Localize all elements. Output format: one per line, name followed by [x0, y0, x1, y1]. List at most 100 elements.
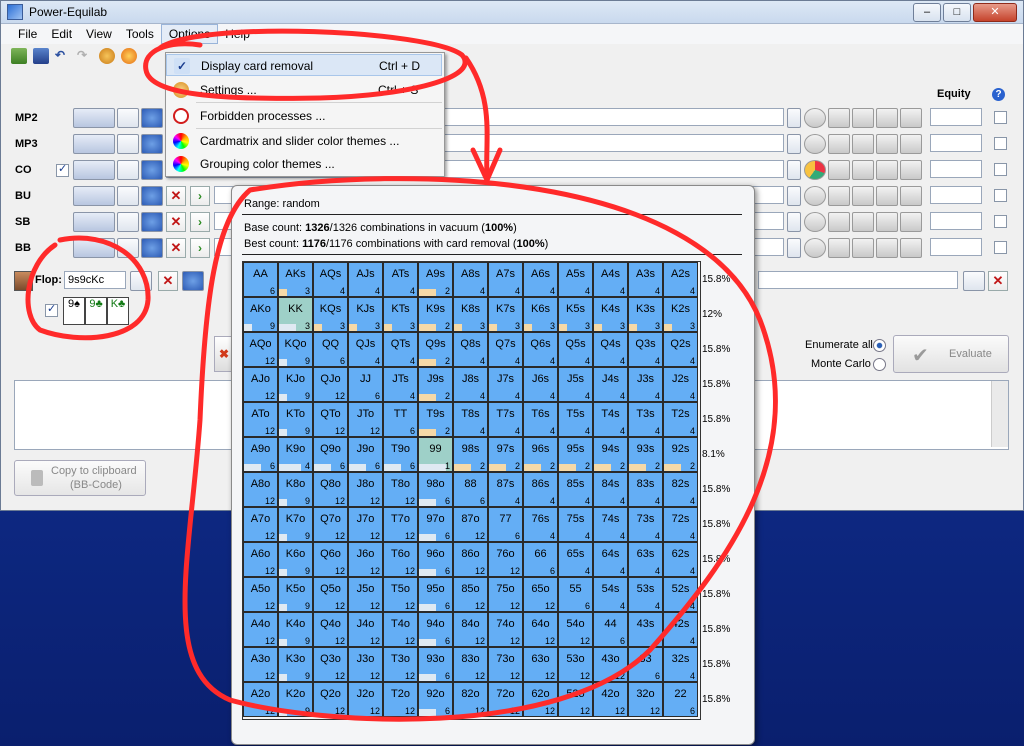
matrix-cell[interactable]: T4o 12 [383, 612, 418, 647]
menu-item-display-card-removal[interactable]: ✓ Display card removal Ctrl + D [166, 54, 442, 76]
range-flame-icon[interactable] [876, 134, 898, 154]
matrix-cell[interactable]: QTs 4 [383, 332, 418, 367]
range-pie-icon[interactable] [804, 212, 826, 232]
matrix-cell[interactable]: 62o 12 [523, 682, 558, 717]
matrix-cell[interactable]: 95s 2 [558, 437, 593, 472]
monte-carlo-radio[interactable] [873, 358, 886, 371]
matrix-cell[interactable]: Q2o 12 [313, 682, 348, 717]
matrix-cell[interactable]: 87o 12 [453, 507, 488, 542]
matrix-cell[interactable]: T5o 12 [383, 577, 418, 612]
matrix-cell[interactable]: 98s 2 [453, 437, 488, 472]
matrix-cell[interactable]: A4o 12 [243, 612, 278, 647]
matrix-cell[interactable]: T8o 12 [383, 472, 418, 507]
matrix-cell[interactable]: J2s 4 [663, 367, 698, 402]
matrix-cell[interactable]: 84o 12 [453, 612, 488, 647]
menu-view[interactable]: View [79, 25, 119, 43]
matrix-cell[interactable]: J3o 12 [348, 647, 383, 682]
matrix-cell[interactable]: 72s 4 [663, 507, 698, 542]
matrix-cell[interactable]: AA 6 [243, 262, 278, 297]
matrix-cell[interactable]: Q8o 12 [313, 472, 348, 507]
turn-cards-button[interactable] [963, 271, 985, 291]
range-pie-icon[interactable] [804, 108, 826, 128]
matrix-cell[interactable]: T5s 4 [558, 402, 593, 437]
matrix-cell[interactable]: 44 6 [593, 612, 628, 647]
range-matrix-button[interactable] [73, 212, 115, 232]
matrix-cell[interactable]: 42o 12 [593, 682, 628, 717]
range-matrix-button[interactable] [73, 134, 115, 154]
range-table-icon[interactable] [852, 186, 874, 206]
matrix-cell[interactable]: J7o 12 [348, 507, 383, 542]
matrix-cell[interactable]: 98o 6 [418, 472, 453, 507]
range-bars-icon[interactable] [900, 134, 922, 154]
close-button[interactable]: ✕ [973, 3, 1017, 22]
player-active-checkbox[interactable] [994, 241, 1007, 254]
clear-row-icon[interactable]: ✕ [166, 238, 186, 258]
matrix-cell[interactable]: 97o 6 [418, 507, 453, 542]
matrix-cell[interactable]: A9o 6 [243, 437, 278, 472]
matrix-cell[interactable]: Q3s 4 [628, 332, 663, 367]
hand-cards-button[interactable] [117, 186, 139, 206]
matrix-cell[interactable]: J7s 4 [488, 367, 523, 402]
matrix-cell[interactable]: J3s 4 [628, 367, 663, 402]
matrix-cell[interactable]: Q5s 4 [558, 332, 593, 367]
matrix-cell[interactable]: A6s 4 [523, 262, 558, 297]
matrix-cell[interactable]: 64s 4 [593, 542, 628, 577]
range-flame-icon[interactable] [876, 160, 898, 180]
range-dropdown-icon[interactable] [787, 212, 801, 232]
range-flame-icon[interactable] [876, 108, 898, 128]
hand-cards-button[interactable] [117, 238, 139, 258]
matrix-cell[interactable]: AQo 12 [243, 332, 278, 367]
matrix-cell[interactable]: 86s 4 [523, 472, 558, 507]
random-chips-icon[interactable] [141, 108, 163, 128]
matrix-cell[interactable]: 72o 12 [488, 682, 523, 717]
menu-tools[interactable]: Tools [119, 25, 161, 43]
matrix-cell[interactable]: 52o 12 [558, 682, 593, 717]
matrix-cell[interactable]: 84s 4 [593, 472, 628, 507]
matrix-cell[interactable]: 95o 6 [418, 577, 453, 612]
matrix-cell[interactable]: 62s 4 [663, 542, 698, 577]
matrix-cell[interactable]: 97s 2 [488, 437, 523, 472]
matrix-cell[interactable]: 88 6 [453, 472, 488, 507]
matrix-cell[interactable]: Q2s 4 [663, 332, 698, 367]
matrix-cell[interactable]: KQs 3 [313, 297, 348, 332]
range-dropdown-icon[interactable] [787, 108, 801, 128]
minimize-button[interactable]: – [913, 3, 941, 22]
range-table-icon[interactable] [852, 134, 874, 154]
matrix-cell[interactable]: A3s 4 [628, 262, 663, 297]
matrix-cell[interactable]: 64o 12 [523, 612, 558, 647]
hand-cards-button[interactable] [117, 160, 139, 180]
matrix-cell[interactable]: 92o 6 [418, 682, 453, 717]
matrix-cell[interactable]: AJs 4 [348, 262, 383, 297]
arrow-right-icon[interactable]: › [190, 212, 210, 232]
hand-cards-button[interactable] [117, 212, 139, 232]
matrix-cell[interactable]: A6o 12 [243, 542, 278, 577]
matrix-cell[interactable]: A4s 4 [593, 262, 628, 297]
matrix-cell[interactable]: T7o 12 [383, 507, 418, 542]
hand-cards-button[interactable] [117, 108, 139, 128]
matrix-cell[interactable]: ATs 4 [383, 262, 418, 297]
matrix-cell[interactable]: Q9s 2 [418, 332, 453, 367]
matrix-cell[interactable]: T9s 2 [418, 402, 453, 437]
range-chat-icon[interactable] [828, 108, 850, 128]
matrix-cell[interactable]: J4s 4 [593, 367, 628, 402]
equity-field[interactable] [930, 238, 982, 256]
redo-icon[interactable]: ↷ [77, 48, 93, 64]
equity-field[interactable] [930, 160, 982, 178]
matrix-cell[interactable]: 53o 12 [558, 647, 593, 682]
matrix-cell[interactable]: 54o 12 [558, 612, 593, 647]
enumerate-all-radio[interactable] [873, 339, 886, 352]
range-pie-icon[interactable] [804, 134, 826, 154]
matrix-cell[interactable]: Q4o 12 [313, 612, 348, 647]
range-table-icon[interactable] [852, 212, 874, 232]
matrix-cell[interactable]: T8s 4 [453, 402, 488, 437]
range-chat-icon[interactable] [828, 186, 850, 206]
range-flame-icon[interactable] [876, 212, 898, 232]
matrix-cell[interactable]: 53s 4 [628, 577, 663, 612]
matrix-cell[interactable]: JTs 4 [383, 367, 418, 402]
matrix-cell[interactable]: 82o 12 [453, 682, 488, 717]
maximize-button[interactable]: □ [943, 3, 971, 22]
board-checkbox[interactable]: ✓ [45, 303, 58, 317]
matrix-cell[interactable]: K9s 2 [418, 297, 453, 332]
menu-edit[interactable]: Edit [44, 25, 79, 43]
matrix-cell[interactable]: 94s 2 [593, 437, 628, 472]
